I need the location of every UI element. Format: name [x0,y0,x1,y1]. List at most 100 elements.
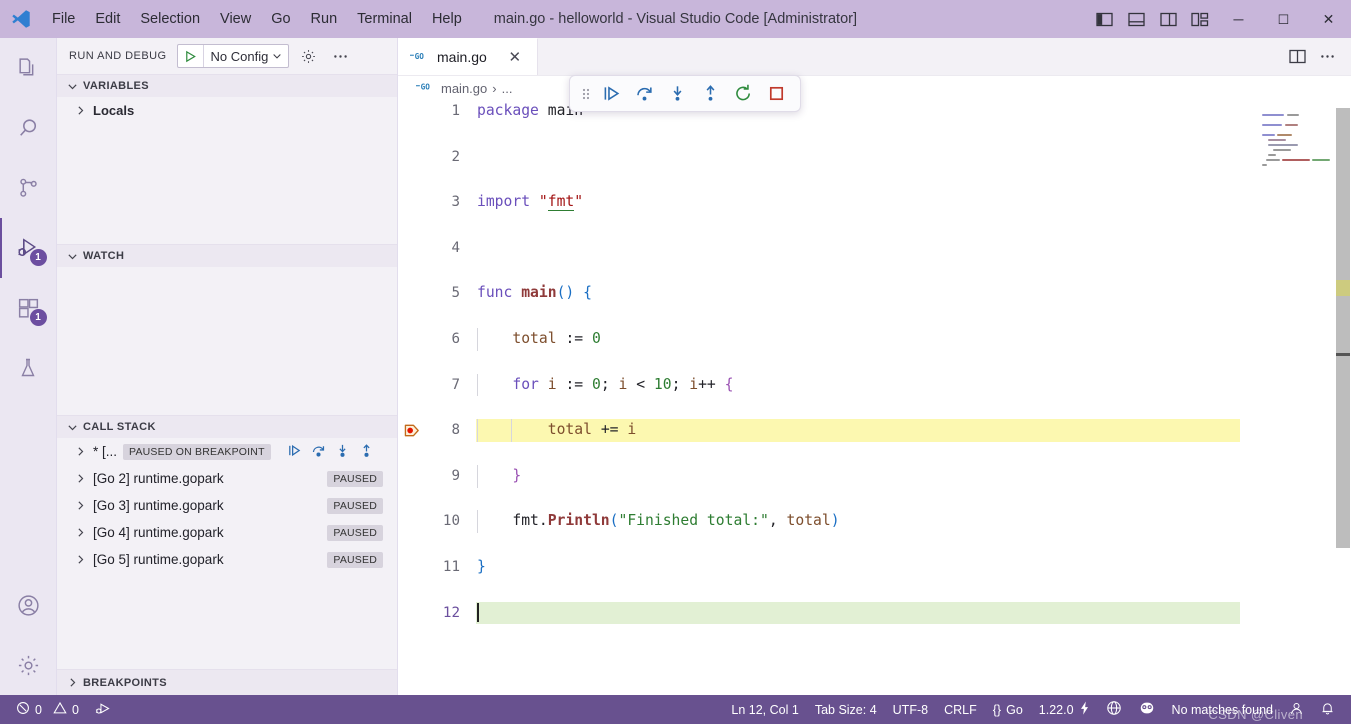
sidebar-item-source-control[interactable] [0,158,57,218]
status-gopls[interactable] [1130,695,1164,724]
sidebar-title: RUN AND DEBUG [69,50,167,62]
section-header-watch[interactable]: WATCH [57,244,397,267]
callstack-row-go2[interactable]: [Go 2] runtime.gopark PAUSED [57,465,397,492]
menu-edit[interactable]: Edit [85,5,130,33]
status-debug-console[interactable] [87,695,120,724]
manage-settings-button[interactable] [0,635,57,695]
status-encoding[interactable]: UTF-8 [885,695,936,724]
minimap[interactable] [1240,100,1335,695]
menu-bar[interactable]: File Edit Selection View Go Run Terminal… [42,5,867,33]
gear-icon[interactable] [295,43,321,69]
title-bar: File Edit Selection View Go Run Terminal… [0,0,1351,38]
code-editor[interactable]: 1 package main 2 3 import "fmt" 4 5 func… [398,100,1351,695]
menu-go[interactable]: Go [261,5,300,33]
vscode-window: File Edit Selection View Go Run Terminal… [0,0,1351,724]
status-badge: PAUSED [327,524,383,541]
section-header-callstack[interactable]: CALL STACK [57,415,397,438]
split-editor-icon[interactable] [1283,43,1311,71]
menu-file[interactable]: File [42,5,85,33]
line-number: 3 [451,194,460,211]
extensions-badge: 1 [29,309,47,326]
code-line-10: 10 fmt.Println("Finished total:", total) [398,510,1351,534]
accounts-button[interactable] [0,575,57,635]
code-line-11: 11 } [398,556,1351,579]
error-count: 0 [35,702,42,717]
section-header-variables[interactable]: VARIABLES [57,74,397,97]
status-eol[interactable]: CRLF [936,695,985,724]
step-into-icon[interactable] [335,443,350,461]
step-out-button[interactable] [695,79,726,108]
sidebar-item-search[interactable] [0,98,57,158]
green-play-icon[interactable] [178,45,204,67]
breadcrumb[interactable]: GO main.go › ... [398,76,1351,100]
stop-button[interactable] [761,79,792,108]
customize-layout-icon[interactable] [1184,0,1216,38]
menu-run[interactable]: Run [301,5,348,33]
chevron-right-icon [65,677,79,688]
sidebar-item-testing[interactable] [0,338,57,398]
minimize-button[interactable]: ─ [1216,0,1261,38]
status-badge: PAUSED ON BREAKPOINT [123,443,271,460]
breadcrumb-rest[interactable]: ... [502,81,513,96]
debug-toolbar[interactable] [569,75,801,112]
continue-icon[interactable] [287,443,302,461]
menu-selection[interactable]: Selection [130,5,210,33]
line-number: 10 [442,513,460,530]
title-bar-right: ─ ☐ ✕ [1088,0,1351,38]
tab-main-go[interactable]: GO main.go ✕ [398,38,538,75]
chevron-down-icon[interactable] [270,51,288,61]
callstack-row-go4[interactable]: [Go 4] runtime.gopark PAUSED [57,519,397,546]
run-and-debug-sidebar: RUN AND DEBUG No Config VARIABLES Locals… [57,38,398,695]
toggle-panel-icon[interactable] [1120,0,1152,38]
tab-label: main.go [437,49,487,65]
menu-help[interactable]: Help [422,5,472,33]
variables-row-locals[interactable]: Locals [57,97,397,124]
chevron-right-icon [73,473,87,484]
restart-button[interactable] [728,79,759,108]
menu-view[interactable]: View [210,5,261,33]
more-actions-icon[interactable] [1313,43,1341,71]
step-into-button[interactable] [662,79,693,108]
status-remote[interactable] [1098,695,1130,724]
status-problems[interactable]: 0 0 [8,695,87,724]
callstack-row-thread-paused[interactable]: * [... PAUSED ON BREAKPOINT [57,438,397,465]
callstack-row-go3[interactable]: [Go 3] runtime.gopark PAUSED [57,492,397,519]
code-lines: 1 package main 2 3 import "fmt" 4 5 func… [398,100,1351,695]
sidebar-item-explorer[interactable] [0,38,57,98]
status-go-version[interactable]: 1.22.0 [1031,695,1098,724]
section-label-breakpoints: BREAKPOINTS [83,676,167,689]
step-over-icon[interactable] [311,443,326,461]
callstack-row-go5[interactable]: [Go 5] runtime.gopark PAUSED [57,546,397,573]
step-over-button[interactable] [629,79,660,108]
section-header-breakpoints[interactable]: BREAKPOINTS [57,669,397,695]
sidebar-item-extensions[interactable]: 1 [0,278,57,338]
toggle-primary-sidebar-icon[interactable] [1088,0,1120,38]
status-notifications[interactable] [1312,695,1343,724]
status-search-result[interactable]: No matches found [1164,695,1281,724]
close-button[interactable]: ✕ [1306,0,1351,38]
maximize-button[interactable]: ☐ [1261,0,1306,38]
status-badge: PAUSED [327,497,383,514]
warning-icon [53,701,67,718]
menu-terminal[interactable]: Terminal [347,5,422,33]
status-cursor-position[interactable]: Ln 12, Col 1 [723,695,806,724]
step-out-icon[interactable] [359,443,374,461]
status-tab-size[interactable]: Tab Size: 4 [807,695,885,724]
scrollbar-slider[interactable] [1336,108,1350,548]
editor-scrollbar[interactable] [1335,100,1351,695]
section-label-watch: WATCH [83,250,125,262]
callstack-inline-actions [287,443,374,461]
go-file-icon: GO [410,49,430,66]
toggle-secondary-sidebar-icon[interactable] [1152,0,1184,38]
ellipsis-icon[interactable] [327,43,353,69]
debug-config-select[interactable]: No Config [176,44,290,68]
continue-button[interactable] [596,79,627,108]
status-language-mode[interactable]: {} Go [985,695,1031,724]
breadcrumb-file[interactable]: main.go [441,81,487,96]
bell-icon [1320,701,1335,719]
chevron-down-icon [65,81,79,92]
status-accounts[interactable] [1281,695,1312,724]
sidebar-item-run-and-debug[interactable]: 1 [0,218,57,278]
drag-handle-icon[interactable] [578,86,594,102]
close-icon[interactable]: ✕ [506,48,524,66]
